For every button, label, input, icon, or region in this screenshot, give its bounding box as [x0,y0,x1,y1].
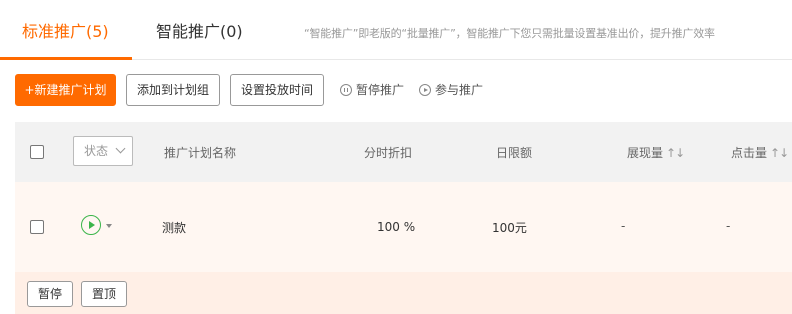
add-to-group-button[interactable]: 添加到计划组 [126,74,220,106]
chevron-down-icon [115,143,126,154]
header-time-discount: 分时折扣 [364,146,413,160]
play-circle-icon [419,84,431,96]
new-plan-button[interactable]: +新建推广计划 [15,74,116,106]
pin-top-button[interactable]: 置顶 [81,281,127,307]
status-filter-label: 状态 [84,144,109,158]
header-clicks[interactable]: 点击量 ↑↓ [731,144,789,161]
header-daily-limit: 日限额 [496,146,533,160]
sort-icon: ↑↓ [770,146,789,160]
set-time-button[interactable]: 设置投放时间 [230,74,324,106]
header-impressions-label: 展现量 [627,146,664,160]
pause-promotion-link[interactable]: 暂停推广 [340,74,404,106]
row-daily-limit[interactable]: 100元 [492,219,527,236]
table-header: 状态 推广计划名称 分时折扣 日限额 展现量 ↑↓ 点击量 ↑↓ [15,122,792,182]
row-time-discount: 100 % [377,220,416,234]
tab-bar: 标准推广(5) 智能推广(0) “智能推广”即老版的“批量推广”，智能推广下您只… [0,0,792,60]
status-filter-select[interactable]: 状态 [73,136,133,166]
active-tab-indicator [0,57,132,60]
batch-action-bar: 暂停 置顶 [15,272,792,314]
select-all-checkbox[interactable] [30,145,44,159]
header-plan-name: 推广计划名称 [164,146,237,160]
row-plan-name[interactable]: 测款 [162,219,186,236]
pause-circle-icon [340,84,352,96]
table-row: 测款 100 % 100元 - - [15,182,792,272]
row-checkbox[interactable] [30,220,44,234]
status-play-icon[interactable] [81,215,101,235]
sort-icon: ↑↓ [666,146,685,160]
header-clicks-label: 点击量 [731,146,768,160]
join-promotion-link[interactable]: 参与推广 [419,74,483,106]
tab-description: “智能推广”即老版的“批量推广”，智能推广下您只需批量设置基准出价，提升推广效率 [304,27,715,40]
row-clicks: - [726,219,731,233]
row-impressions: - [621,219,626,233]
tab-standard-promotion[interactable]: 标准推广(5) [22,20,109,44]
batch-pause-button[interactable]: 暂停 [27,281,73,307]
tab-smart-promotion[interactable]: 智能推广(0) [156,20,243,44]
join-promotion-label: 参与推广 [435,83,484,97]
header-impressions[interactable]: 展现量 ↑↓ [627,144,685,161]
pause-promotion-label: 暂停推广 [356,83,405,97]
caret-down-icon[interactable] [106,224,112,228]
